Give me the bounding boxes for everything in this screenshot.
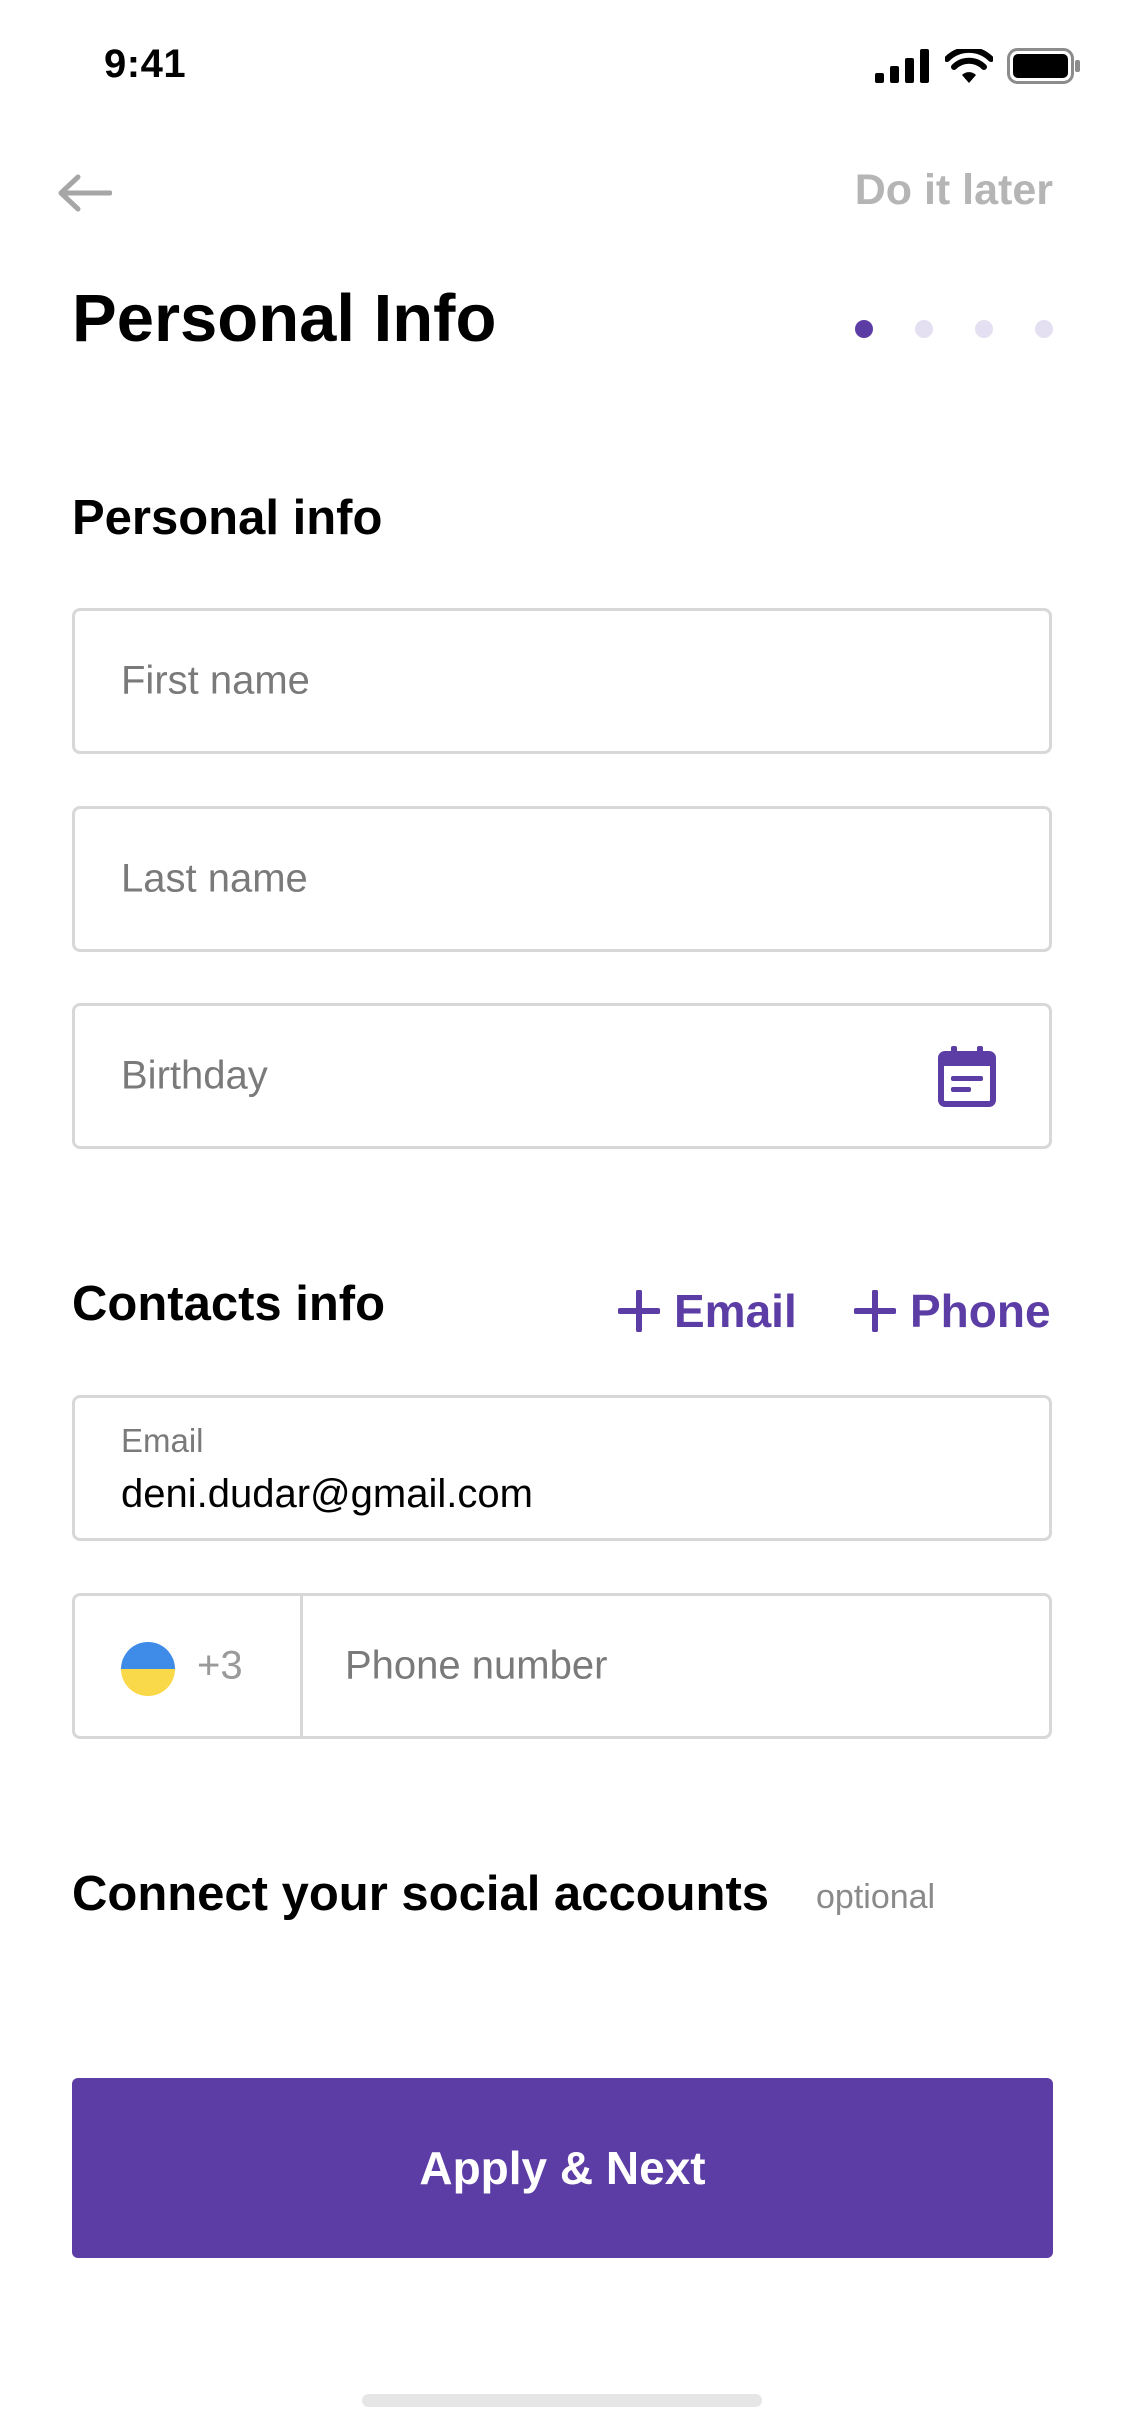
- do-it-later-button[interactable]: Do it later: [855, 166, 1053, 215]
- phone-number-placeholder: Phone number: [345, 1643, 608, 1688]
- social-accounts-heading: Connect your social accounts: [72, 1867, 770, 1921]
- step-dot: [915, 320, 933, 338]
- email-field-label: Email: [121, 1422, 204, 1459]
- personal-info-heading: Personal info: [72, 491, 383, 545]
- step-dot: [1035, 320, 1053, 338]
- birthday-placeholder: Birthday: [121, 1053, 268, 1098]
- first-name-placeholder: First name: [121, 658, 310, 703]
- page-title: Personal Info: [72, 281, 497, 356]
- arrow-left-icon: [58, 174, 112, 212]
- step-dot: [975, 320, 993, 338]
- wifi-icon: [945, 49, 993, 83]
- ukraine-flag-icon: [121, 1642, 175, 1696]
- add-phone-button[interactable]: Phone: [854, 1284, 1051, 1338]
- contacts-info-heading: Contacts info: [72, 1277, 386, 1331]
- add-email-label: Email: [674, 1285, 797, 1337]
- email-field[interactable]: Email deni.dudar@gmail.com: [72, 1395, 1052, 1541]
- back-button[interactable]: [56, 168, 120, 218]
- first-name-field[interactable]: First name: [72, 608, 1052, 754]
- add-phone-label: Phone: [910, 1285, 1051, 1337]
- status-time: 9:41: [104, 42, 187, 86]
- plus-icon: [854, 1290, 896, 1332]
- status-icons: [875, 48, 1081, 84]
- dial-code: +3: [197, 1643, 243, 1688]
- plus-icon: [618, 1290, 660, 1332]
- calendar-icon[interactable]: [937, 1044, 997, 1108]
- signal-icon: [875, 49, 929, 83]
- email-value: deni.dudar@gmail.com: [121, 1472, 533, 1516]
- step-indicator: [855, 320, 1053, 338]
- last-name-field[interactable]: Last name: [72, 806, 1052, 952]
- add-email-button[interactable]: Email: [618, 1284, 797, 1338]
- country-code-selector[interactable]: +3: [75, 1596, 303, 1736]
- battery-icon: [1007, 48, 1080, 84]
- birthday-field[interactable]: Birthday: [72, 1003, 1052, 1149]
- apply-next-button[interactable]: Apply & Next: [72, 2078, 1053, 2258]
- last-name-placeholder: Last name: [121, 856, 308, 901]
- home-indicator: [362, 2394, 762, 2407]
- step-dot-active: [855, 320, 873, 338]
- phone-field[interactable]: +3 Phone number: [72, 1593, 1052, 1739]
- optional-label: optional: [816, 1878, 936, 1916]
